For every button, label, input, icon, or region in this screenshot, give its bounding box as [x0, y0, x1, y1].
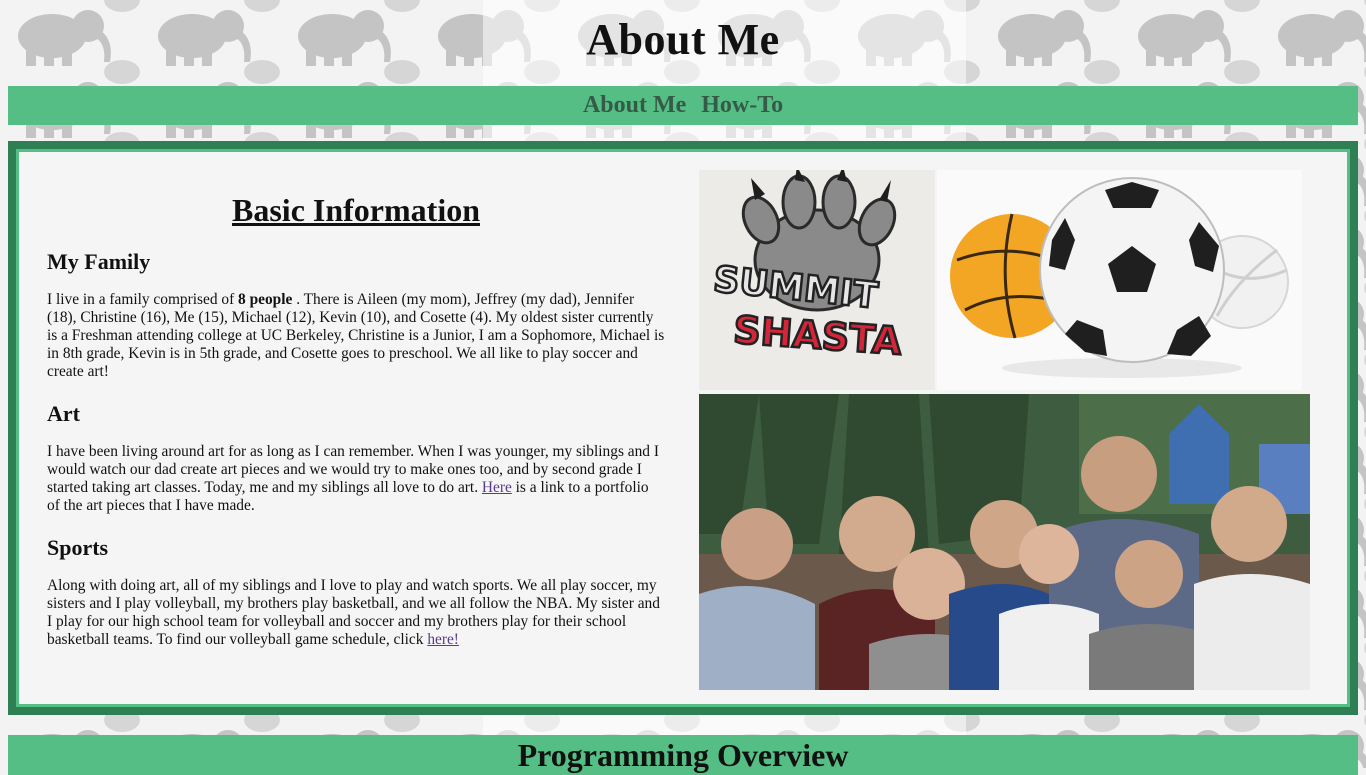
family-heading: My Family	[47, 249, 151, 274]
sports-balls-image	[937, 170, 1302, 390]
basic-information-panel: Basic Information My Family I live in a …	[8, 141, 1358, 715]
programming-overview-title: Programming Overview	[517, 737, 849, 773]
sports-paragraph: Along with doing art, all of my siblings…	[47, 577, 665, 649]
art-heading: Art	[47, 401, 80, 426]
family-count: 8 people	[238, 291, 293, 308]
nav-link-about-me[interactable]: About Me	[583, 92, 686, 119]
volleyball-schedule-link[interactable]: here!	[427, 631, 459, 648]
section-heading: Basic Information	[232, 192, 480, 228]
portfolio-link[interactable]: Here	[482, 479, 512, 496]
photo-collage: SUMMIT SHASTA	[699, 170, 1319, 700]
sports-text: Along with doing art, all of my siblings…	[47, 577, 660, 648]
panel-inner: Basic Information My Family I live in a …	[16, 149, 1350, 707]
info-column: Basic Information My Family I live in a …	[47, 192, 665, 669]
nav-link-how-to[interactable]: How-To	[701, 92, 783, 119]
family-paragraph: I live in a family comprised of 8 people…	[47, 291, 665, 381]
sports-heading: Sports	[47, 535, 109, 560]
summit-shasta-logo-image: SUMMIT SHASTA	[699, 170, 935, 390]
art-paragraph: I have been living around art for as lon…	[47, 443, 665, 515]
page-title: About Me	[586, 15, 780, 64]
family-text-start: I live in a family comprised of	[47, 291, 239, 308]
programming-overview-bar: Programming Overview	[8, 735, 1358, 775]
top-navigation: About Me How-To	[8, 86, 1358, 125]
family-photo	[699, 394, 1310, 690]
